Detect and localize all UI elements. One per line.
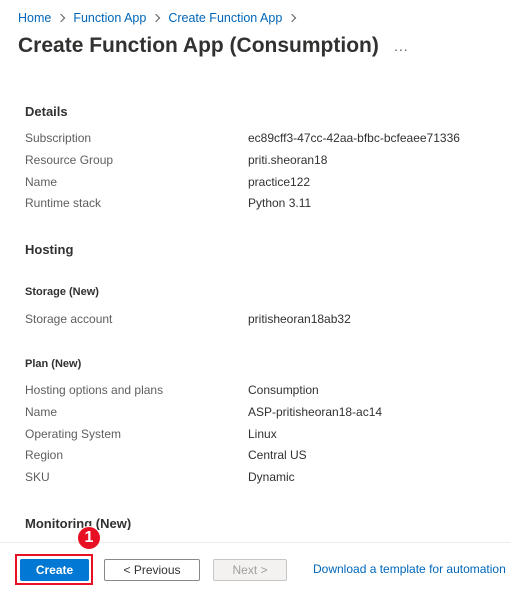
breadcrumb-create-function-app[interactable]: Create Function App [168, 11, 282, 25]
hosting-options-label: Hosting options and plans [25, 383, 164, 397]
chevron-right-icon [288, 13, 297, 23]
download-template-link[interactable]: Download a template for automation [313, 562, 506, 576]
subscription-label: Subscription [25, 131, 92, 145]
hosting-options-value: Consumption [248, 383, 319, 397]
plan-name-label: Name [25, 405, 58, 419]
subscription-value: ec89cff3-47cc-42aa-bfbc-bcfeaee71336 [248, 131, 460, 145]
name-value: practice122 [248, 175, 311, 189]
section-monitoring-heading: Monitoring (New) [25, 516, 132, 530]
chevron-right-icon [57, 13, 66, 23]
breadcrumb-function-app[interactable]: Function App [73, 11, 146, 25]
footer-action-bar: 1 Create < Previous Next > Download a te… [0, 526, 511, 594]
breadcrumb-home[interactable]: Home [18, 11, 51, 25]
more-options-icon[interactable]: ... [394, 38, 409, 54]
plan-name-value: ASP-pritisheoran18-ac14 [248, 405, 383, 419]
plan-subheading: Plan (New) [25, 358, 82, 370]
storage-subheading: Storage (New) [25, 286, 99, 298]
resource-group-value: priti.sheoran18 [248, 153, 328, 167]
storage-account-value: pritisheoran18ab32 [248, 312, 351, 326]
review-content[interactable]: Details Subscription ec89cff3-47cc-42aa-… [0, 60, 511, 530]
operating-system-value: Linux [248, 427, 277, 441]
runtime-stack-label: Runtime stack [25, 196, 102, 210]
chevron-right-icon [152, 13, 161, 23]
section-hosting-heading: Hosting [25, 242, 74, 257]
storage-account-label: Storage account [25, 312, 113, 326]
name-label: Name [25, 175, 58, 189]
sku-label: SKU [25, 470, 50, 484]
resource-group-label: Resource Group [25, 153, 114, 167]
previous-button[interactable]: < Previous [104, 559, 200, 581]
create-button[interactable]: Create [20, 559, 89, 581]
operating-system-label: Operating System [25, 427, 122, 441]
section-details-heading: Details [25, 104, 68, 119]
region-value: Central US [248, 448, 307, 462]
sku-value: Dynamic [248, 470, 295, 484]
region-label: Region [25, 448, 64, 462]
page-title: Create Function App (Consumption) [18, 34, 379, 57]
runtime-stack-value: Python 3.11 [248, 196, 312, 210]
breadcrumb: Home Function App Create Function App [18, 10, 304, 26]
next-button: Next > [213, 559, 287, 581]
step-badge: 1 [77, 526, 101, 550]
